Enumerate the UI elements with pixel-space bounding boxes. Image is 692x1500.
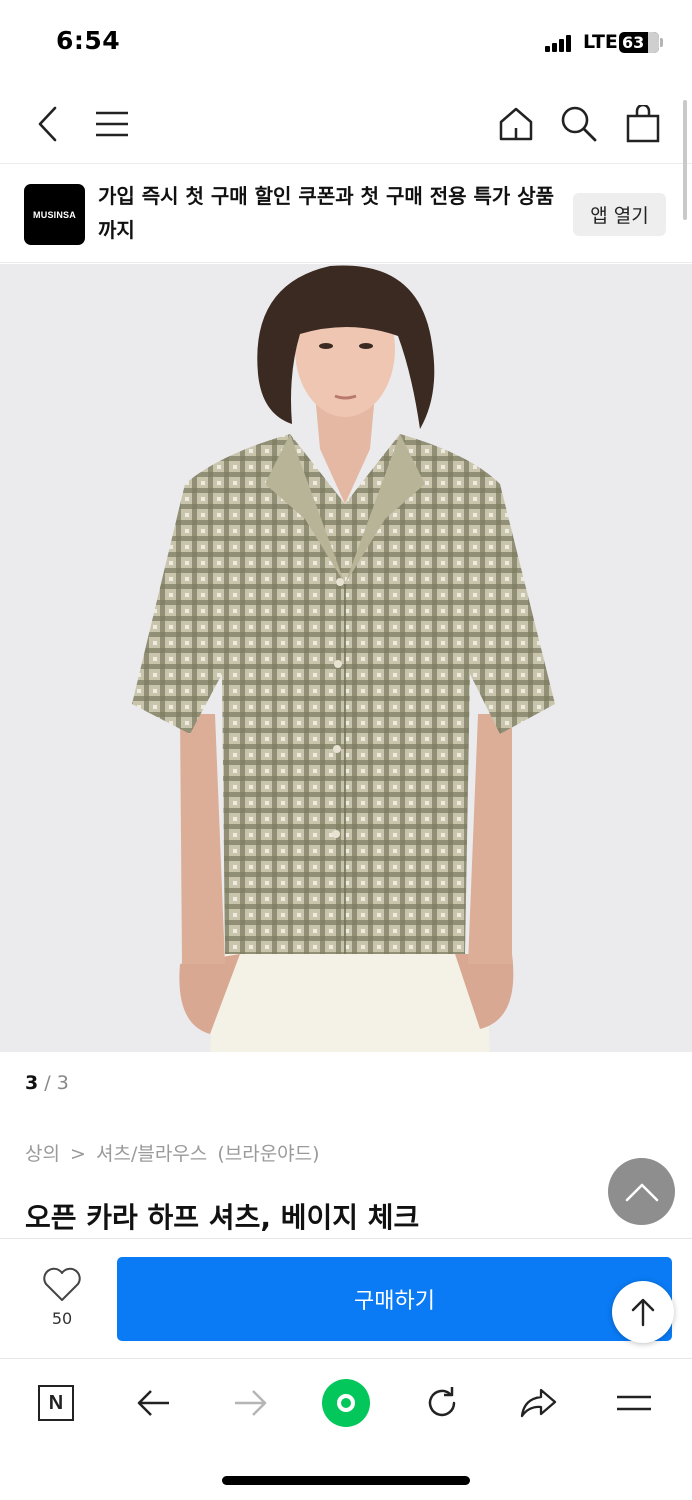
hamburger-icon[interactable] <box>90 102 134 146</box>
battery-tip <box>660 38 663 47</box>
breadcrumb-subcategory[interactable]: 셔츠/블라우스 <box>96 1143 207 1165</box>
back-arrow-icon[interactable] <box>130 1379 178 1427</box>
purchase-bar: 50 구매하기 <box>0 1238 692 1358</box>
like-button[interactable]: 50 <box>36 1267 88 1328</box>
breadcrumb-separator: > <box>70 1143 86 1165</box>
image-counter-separator: / <box>44 1072 51 1094</box>
breadcrumb-brand[interactable]: (브라운야드) <box>217 1143 319 1165</box>
forward-arrow-icon[interactable] <box>226 1379 274 1427</box>
shopping-bag-icon[interactable] <box>621 102 665 146</box>
home-icon[interactable] <box>494 102 538 146</box>
status-time: 6:54 <box>56 26 121 55</box>
heart-icon <box>43 1267 81 1301</box>
reload-icon[interactable] <box>418 1379 466 1427</box>
app-install-banner: MUSINSA 가입 즉시 첫 구매 할인 쿠폰과 첫 구매 전용 특가 상품 … <box>0 165 692 263</box>
scroll-top-button[interactable] <box>608 1158 675 1225</box>
product-image[interactable] <box>0 264 692 1052</box>
home-indicator[interactable] <box>222 1476 470 1485</box>
model-photo <box>132 265 555 1052</box>
breadcrumb: 상의 > 셔츠/블라우스 (브라운야드) <box>25 1139 324 1166</box>
chevron-left-icon[interactable] <box>26 102 70 146</box>
search-icon[interactable] <box>557 102 601 146</box>
banner-message: 가입 즉시 첫 구매 할인 쿠폰과 첫 구매 전용 특가 상품 까지 <box>98 184 555 242</box>
breadcrumb-category[interactable]: 상의 <box>25 1143 60 1165</box>
menu-icon[interactable] <box>610 1379 658 1427</box>
status-bar: 6:54 LTE 63 <box>0 0 692 84</box>
share-icon[interactable] <box>514 1379 562 1427</box>
musinsa-logo: MUSINSA <box>24 184 85 245</box>
signal-icon <box>545 34 577 52</box>
buy-button[interactable]: 구매하기 <box>117 1257 672 1341</box>
network-label: LTE <box>583 31 618 53</box>
naver-n-icon[interactable]: N <box>32 1379 80 1427</box>
image-counter-current: 3 <box>25 1072 39 1094</box>
open-app-button[interactable]: 앱 열기 <box>573 193 666 236</box>
scroll-up-button[interactable] <box>612 1281 674 1343</box>
battery-icon: 63 <box>619 32 659 53</box>
image-counter-total: 3 <box>56 1072 69 1094</box>
nav-header <box>0 84 692 164</box>
chevron-up-icon <box>625 1183 658 1201</box>
product-title: 오픈 카라 하프 셔츠, 베이지 체크 <box>25 1201 420 1234</box>
image-counter: 3 / 3 <box>25 1072 69 1094</box>
arrow-up-icon <box>631 1298 655 1327</box>
battery-level: 63 <box>622 33 645 52</box>
green-dot-icon[interactable] <box>322 1379 370 1427</box>
like-count: 50 <box>51 1309 73 1328</box>
